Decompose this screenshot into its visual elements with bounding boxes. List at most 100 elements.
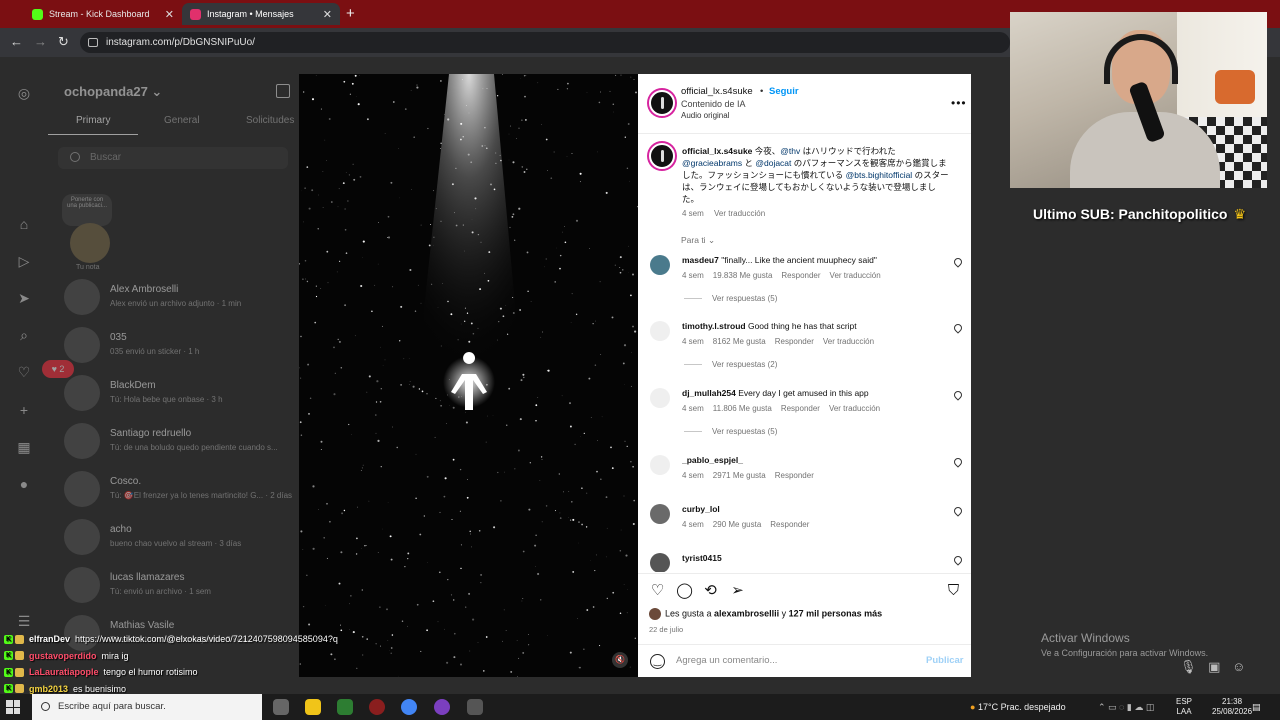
comment-like-icon[interactable] [952,456,964,468]
tab-primary[interactable]: Primary [76,115,110,126]
obs-icon[interactable] [369,699,385,715]
chat-username[interactable]: LaLauratiapople [29,667,99,677]
reply-button[interactable]: Responder [770,520,809,529]
profile-icon[interactable]: ● [16,476,32,492]
comments-filter-dropdown[interactable]: Para ti ⌄ [681,235,715,246]
messages-icon[interactable]: ➤ [16,290,32,306]
emoji-icon[interactable]: ‿ [650,654,665,669]
mention-link[interactable]: @bts.bighitofficial [846,170,913,180]
ai-content-label[interactable]: Contenido de IA [681,99,746,109]
comment-like-icon[interactable] [952,322,964,334]
close-tab-icon[interactable]: ✕ [323,8,332,21]
publish-button[interactable]: Publicar [926,655,964,666]
system-tray-icons[interactable]: ⌃ ▭ ◌ ▮ ☁ ◫ [1098,694,1154,720]
commenter-avatar[interactable] [650,321,670,341]
app-icon[interactable] [337,699,353,715]
comment-likes[interactable]: 19.838 Me gusta [713,271,773,280]
forward-icon[interactable]: → [34,34,47,49]
commenter-username[interactable]: timothy.l.stroud [682,321,746,331]
microphone-icon[interactable]: 🎙 [1180,659,1197,674]
commenter-avatar[interactable] [650,255,670,275]
app-icon-2[interactable] [434,699,450,715]
chrome-icon[interactable] [401,699,417,715]
reply-button[interactable]: Responder [781,404,820,413]
tab-instagram-messages[interactable]: Instagram • Mensajes ✕ [182,3,340,25]
comment-likes[interactable]: 2971 Me gusta [713,471,766,480]
comment-like-icon[interactable] [952,256,964,268]
new-tab-icon[interactable]: + [346,5,355,22]
inbox-username[interactable]: ochopanda27 ⌄ [64,84,162,100]
view-replies-button[interactable]: Ver respuestas (5) [684,294,944,303]
inbox-thread[interactable]: Cosco. Tú: 🎯El frenzer ya lo tenes martin… [64,471,294,511]
caption-username[interactable]: official_lx.s4suke [682,146,752,156]
comment-likes[interactable]: 11.806 Me gusta [713,404,772,413]
translate-link[interactable]: Ver traducción [830,271,881,280]
translate-link[interactable]: Ver traducción [829,404,880,413]
reply-button[interactable]: Responder [775,337,814,346]
more-options-icon[interactable]: ••• [951,96,967,110]
commenter-username[interactable]: masdeu7 [682,255,719,265]
caption-translate-link[interactable]: Ver traducción [714,209,765,218]
site-info-icon[interactable] [88,38,98,47]
back-icon[interactable]: ← [10,34,23,49]
image-icon[interactable]: ▣ [1208,659,1220,674]
share-icon[interactable]: ➢ [729,582,746,599]
mention-link[interactable]: @gracieabrams [682,158,742,168]
follow-button[interactable]: Seguir [769,86,799,97]
windows-start-icon[interactable] [6,700,20,714]
close-tab-icon[interactable]: ✕ [165,8,174,21]
save-bookmark-icon[interactable]: ⛉ [945,582,962,599]
comment-likes[interactable]: 8162 Me gusta [713,337,766,346]
file-explorer-icon[interactable] [305,699,321,715]
inbox-thread[interactable]: Alex Ambroselli Alex envió un archivo adj… [64,279,294,319]
sticker-icon[interactable]: ☺ [1232,659,1245,674]
mention-link[interactable]: @thv [780,146,800,156]
comment-input[interactable]: Agrega un comentario... [676,655,777,666]
tab-requests[interactable]: Solicitudes [246,115,294,126]
commenter-avatar[interactable] [650,455,670,475]
comments-scroll[interactable]: official_lx.s4suke 今夜、@thv はハリウッドで行われた @… [638,135,971,572]
instagram-logo-icon[interactable]: ◎ [16,85,32,101]
commenter-avatar[interactable] [650,553,670,572]
inbox-thread[interactable]: lucas llamazares Tú: envió un archivo · 1… [64,567,294,607]
audio-label[interactable]: Audio original [681,111,729,120]
comment-like-icon[interactable] [952,554,964,566]
menu-icon[interactable]: ☰ [16,613,32,629]
inbox-thread[interactable]: Santiago redruello Tú: de una boludo qued… [64,423,294,463]
inbox-thread[interactable]: 035 035 envió un sticker · 1 h [64,327,294,367]
reload-icon[interactable]: ↻ [58,34,69,50]
notifications-heart-icon[interactable]: ♡ [16,364,32,380]
inbox-thread[interactable]: acho bueno chao vuelvo al stream · 3 días [64,519,294,559]
inbox-thread[interactable]: BlackDem Tú: Hola bebe que onbase · 3 h [64,375,294,415]
task-view-icon[interactable] [273,699,289,715]
comment-like-icon[interactable] [952,389,964,401]
home-icon[interactable]: ⌂ [16,216,32,232]
author-avatar[interactable] [649,90,675,116]
chat-username[interactable]: gmb2013 [29,684,68,694]
tab-general[interactable]: General [164,115,200,126]
commenter-username[interactable]: dj_mullah254 [682,388,736,398]
commenter-avatar[interactable] [650,504,670,524]
dashboard-icon[interactable]: ▦ [16,439,32,455]
view-replies-button[interactable]: Ver respuestas (5) [684,427,944,436]
tab-kick-dashboard[interactable]: Stream - Kick Dashboard ✕ [24,3,182,25]
taskbar-search-input[interactable]: Escribe aquí para buscar. [32,694,262,720]
commenter-avatar[interactable] [650,388,670,408]
create-icon[interactable]: + [16,402,32,418]
note-bubble[interactable]: Ponerte con una publicaci... [62,194,112,226]
author-username[interactable]: official_lx.s4suke [681,86,753,97]
translate-link[interactable]: Ver traducción [823,337,874,346]
notification-center-icon[interactable]: ▤ [1252,694,1261,720]
comment-icon[interactable]: ◯ [676,582,693,599]
repost-icon[interactable]: ⟲ [702,582,719,599]
like-heart-icon[interactable]: ♡ [649,582,666,599]
mute-icon[interactable]: 🔇 [612,652,628,668]
clock[interactable]: 21:38 25/08/2026 [1212,697,1252,717]
mention-link[interactable]: @dojacat [755,158,791,168]
weather-widget[interactable]: ● 17°C Prac. despejado [970,694,1066,720]
reels-icon[interactable]: ▷ [16,253,32,269]
comment-likes[interactable]: 290 Me gusta [713,520,761,529]
chat-username[interactable]: elfranDev [29,634,70,644]
reply-button[interactable]: Responder [775,471,814,480]
reply-button[interactable]: Responder [781,271,820,280]
